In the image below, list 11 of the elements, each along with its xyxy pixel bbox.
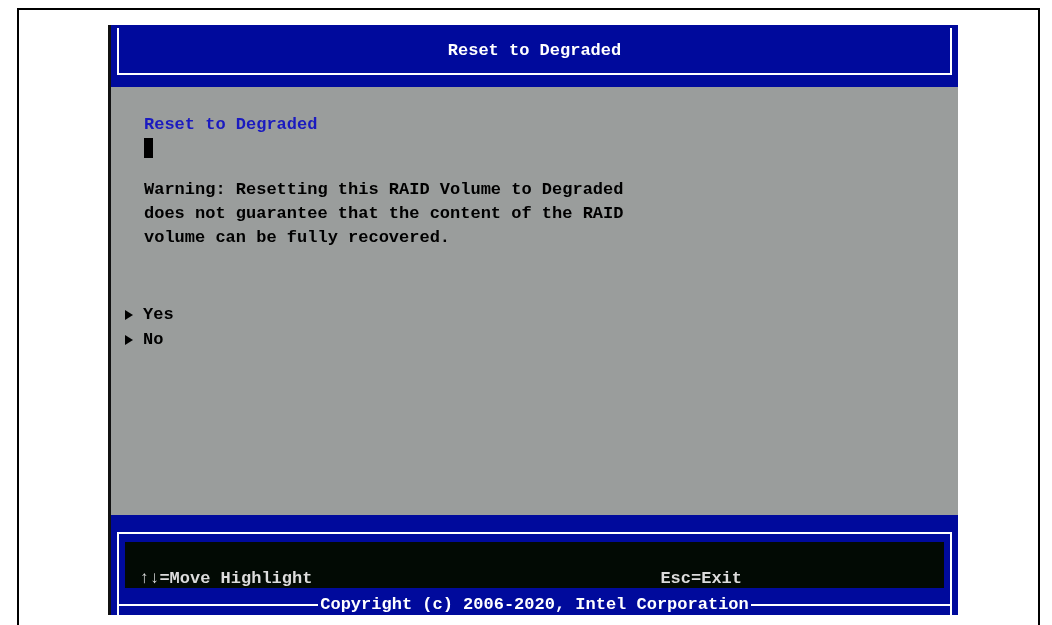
help-hint: Esc=Exit — [660, 569, 742, 588]
menu-option[interactable]: Yes — [125, 302, 174, 327]
form-heading: Reset to Degraded — [144, 115, 319, 134]
menu-option[interactable]: No — [125, 327, 164, 352]
triangle-icon — [125, 309, 133, 320]
text-cursor — [144, 138, 153, 158]
help-hint: ↑↓=Move Highlight — [139, 569, 313, 588]
copyright-text: Copyright (c) 2006-2020, Intel Corporation — [319, 595, 750, 614]
triangle-icon — [125, 334, 133, 345]
window-title: Reset to Degraded — [447, 41, 622, 60]
warning-text: Warning: Resetting this RAID Volume to Degraded does not guarantee that the content of the RAID volume can be fully recovered. — [144, 179, 625, 249]
